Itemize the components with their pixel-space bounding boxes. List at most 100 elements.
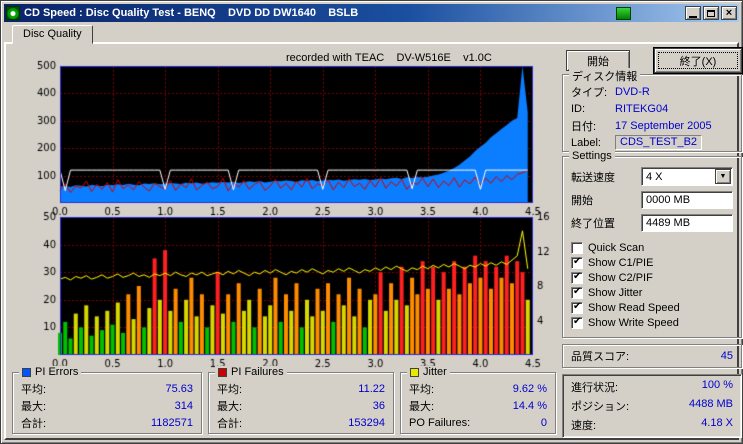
start-button-label: 開始 — [587, 55, 609, 68]
speed-label: 転送速度 — [571, 171, 615, 184]
speed-select[interactable]: 4 X ▼ — [641, 167, 733, 186]
disc-id-label: ID: — [571, 102, 586, 115]
disc-type-label: タイプ: — [571, 86, 608, 99]
max-label: 最大: — [21, 400, 47, 413]
avg-value: 75.63 — [165, 382, 193, 395]
speed-select-value: 4 X — [646, 170, 663, 183]
disc-info-row: ID: RITEKG04 — [563, 100, 741, 117]
disc-quality-page: recorded with TEAC DV-W516E v1.0C PI Err… — [4, 42, 742, 440]
stat-row: 平均: 75.63 — [13, 380, 201, 397]
max-value: 14.4 % — [512, 399, 547, 412]
stat-row: 最大: 36 — [209, 397, 393, 414]
chevron-down-icon[interactable]: ▼ — [715, 169, 731, 184]
disc-date-value: 17 September 2005 — [615, 119, 712, 132]
close-button[interactable]: × — [721, 6, 737, 20]
disc-info-row: タイプ: DVD-R — [563, 83, 741, 100]
progress-label: 進行状況: — [571, 382, 619, 395]
stat-row: 最大: 314 — [13, 397, 201, 414]
show-read-speed-row: Show Read Speed — [563, 300, 741, 315]
position-row: ポジション: 4488 MB — [563, 398, 741, 414]
position-label: ポジション: — [571, 400, 630, 413]
start-position-row: 開始 — [563, 188, 741, 211]
quick-scan-checkbox[interactable] — [571, 241, 583, 254]
pi-failures-panel-title: PI Failures — [215, 366, 287, 378]
stat-row: 平均: 9.62 % — [401, 380, 555, 397]
progress-value: 100 % — [701, 379, 733, 392]
tab-disc-quality[interactable]: Disc Quality — [12, 25, 93, 44]
po-failures-label: PO Failures: — [409, 416, 471, 429]
disc-label-label: Label: — [571, 136, 601, 149]
minimize-button[interactable] — [685, 6, 701, 20]
stat-row: 合計: 153294 — [209, 414, 393, 431]
show-read-speed-label: Show Read Speed — [588, 301, 680, 314]
tab-strip: Disc Quality — [4, 24, 739, 44]
max-value: 314 — [174, 399, 193, 412]
progress-panel: 進行状況: 100 % ポジション: 4488 MB 速度: 4.18 X — [562, 374, 742, 438]
exit-button-label: 終了(X) — [679, 55, 717, 68]
start-position-label: 開始 — [571, 194, 593, 207]
settings-group-title: Settings — [569, 150, 615, 162]
speed-status-value: 4.18 X — [701, 416, 733, 429]
speed-status-label: 速度: — [571, 419, 597, 432]
total-value: 153294 — [348, 416, 385, 429]
quick-scan-row: Quick Scan — [563, 240, 741, 255]
pi-failures-jitter-chart — [30, 211, 554, 371]
start-position-input[interactable] — [641, 190, 733, 209]
minimize-icon — [689, 15, 697, 18]
quality-score-group: 品質スコア: 45 — [562, 344, 742, 368]
quality-score-row: 品質スコア: 45 — [563, 345, 741, 367]
app-window: CD Speed : Disc Quality Test - BENQ DVD … — [0, 0, 743, 444]
show-read-speed-checkbox[interactable] — [571, 301, 583, 314]
disc-info-row: Label: CDS_TEST_B2 — [563, 134, 741, 151]
show-c1-pie-label: Show C1/PIE — [588, 256, 654, 269]
jitter-swatch-icon — [410, 367, 419, 377]
end-position-input[interactable] — [641, 213, 733, 232]
disc-type-value: DVD-R — [615, 85, 650, 98]
show-jitter-row: Show Jitter — [563, 285, 741, 300]
stat-row: 最大: 14.4 % — [401, 397, 555, 414]
progress-row: 進行状況: 100 % — [563, 379, 741, 395]
pi-errors-title: PI Errors — [35, 366, 79, 378]
pi-failures-panel: PI Failures 平均: 11.22 最大: 36 合計: 153294 — [208, 366, 394, 434]
avg-value: 11.22 — [358, 382, 385, 395]
show-c1-pie-checkbox[interactable] — [571, 256, 583, 269]
speed-status-row: 速度: 4.18 X — [563, 417, 741, 433]
stat-row: 合計: 1182571 — [13, 414, 201, 431]
maximize-button[interactable] — [703, 6, 719, 20]
avg-value: 9.62 % — [512, 382, 547, 395]
disc-id-value: RITEKG04 — [615, 102, 669, 115]
show-jitter-checkbox[interactable] — [571, 286, 583, 299]
app-icon — [6, 6, 20, 20]
maximize-icon — [707, 9, 715, 17]
quality-score-value: 45 — [720, 350, 733, 362]
show-write-speed-checkbox[interactable] — [571, 316, 583, 329]
show-c2-pif-checkbox[interactable] — [571, 271, 583, 284]
disc-label-value: CDS_TEST_B2 — [615, 135, 703, 150]
total-label: 合計: — [217, 417, 243, 430]
pi-failures-title: PI Failures — [231, 366, 284, 378]
show-write-speed-label: Show Write Speed — [588, 316, 679, 329]
max-value: 36 — [372, 399, 385, 412]
close-icon: × — [725, 7, 733, 19]
pi-failures-swatch-icon — [218, 367, 227, 377]
speed-row: 転送速度 4 X ▼ — [563, 165, 741, 188]
titlebar[interactable]: CD Speed : Disc Quality Test - BENQ DVD … — [4, 4, 739, 22]
avg-label: 平均: — [217, 383, 243, 396]
end-position-row: 終了位置 — [563, 211, 741, 234]
jitter-title: Jitter — [423, 366, 447, 378]
titlebar-green-icon[interactable] — [616, 6, 631, 20]
exit-button[interactable]: 終了(X) — [654, 48, 742, 73]
avg-label: 平均: — [409, 383, 435, 396]
jitter-panel: Jitter 平均: 9.62 % 最大: 14.4 % PO Failures: 0 — [400, 366, 556, 434]
pi-errors-panel-title: PI Errors — [19, 366, 82, 378]
settings-group: Settings 転送速度 4 X ▼ 開始 終了位置 Quick Scan — [562, 150, 742, 338]
end-position-label: 終了位置 — [571, 217, 615, 230]
disc-date-label: 日付: — [571, 120, 597, 133]
show-write-speed-row: Show Write Speed — [563, 315, 741, 330]
pi-errors-swatch-icon — [22, 367, 31, 377]
show-c2-pif-row: Show C2/PIF — [563, 270, 741, 285]
total-label: 合計: — [21, 417, 47, 430]
stat-row: 平均: 11.22 — [209, 380, 393, 397]
pi-errors-chart — [30, 60, 554, 219]
max-label: 最大: — [217, 400, 243, 413]
